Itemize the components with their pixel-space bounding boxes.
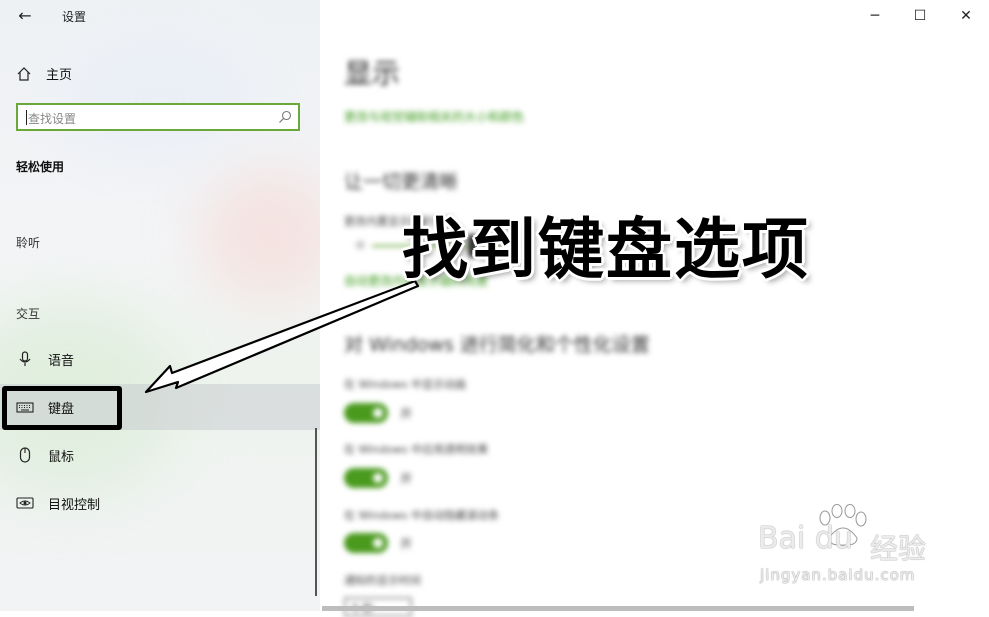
annotation-highlight-box (2, 386, 122, 430)
watermark-logo: Bai du (758, 521, 853, 556)
search-placeholder: 查找设置 (28, 112, 77, 126)
setting-label: 在 Windows 中应用透明效果 (344, 443, 489, 456)
watermark-brand: 经验 (870, 532, 927, 565)
sidebar-item-eye-control[interactable]: 目视控制 (0, 480, 320, 526)
back-button[interactable]: ← (12, 4, 38, 28)
tutorial-caption: 找到键盘选项 (402, 211, 810, 288)
setting-label: 在 Windows 中自动隐藏滚动条 (344, 509, 500, 522)
background-blur-blob (60, 40, 260, 160)
home-nav-item[interactable]: 主页 (16, 64, 72, 83)
notification-time-label: 通知的显示时间 (344, 574, 421, 587)
sidebar-item-speech[interactable]: 语音 (0, 336, 320, 382)
group-heading-hearing: 聆听 (16, 236, 41, 250)
category-heading: 轻松使用 (16, 160, 65, 174)
search-input[interactable]: 查找设置 (16, 103, 300, 131)
sidebar-item-label: 鼠标 (48, 449, 75, 465)
sidebar-scrollbar[interactable] (315, 428, 317, 596)
section-heading-personalize: 对 Windows 进行简化和个性化设置 (344, 334, 650, 356)
home-label: 主页 (46, 68, 73, 83)
scrollbar-toggle[interactable] (344, 533, 388, 553)
text-caret (26, 110, 27, 125)
home-icon (17, 66, 31, 81)
toggle-state: 开 (400, 537, 413, 551)
section-heading-clarity: 让一切更清晰 (344, 171, 459, 193)
app-title: 设置 (62, 10, 87, 24)
transparency-toggle[interactable] (344, 468, 388, 488)
sidebar-item-label: 语音 (48, 353, 75, 369)
sidebar-item-mouse[interactable]: 鼠标 (0, 432, 320, 478)
page-title: 显示 (344, 57, 401, 90)
background-blur-blob (200, 170, 320, 300)
eye-control-icon (16, 494, 34, 512)
watermark-url: jingyan.baidu.com (760, 566, 916, 584)
horizontal-scrollbar[interactable] (322, 606, 914, 611)
animation-toggle[interactable] (344, 403, 388, 423)
subtitle-link[interactable]: 更改与视觉辅助相关的大小和颜色 (344, 108, 524, 125)
settings-sidebar: ← 设置 主页 查找设置 轻松使用 聆听 交互 语音 键盘 鼠标 目视控制 (0, 0, 320, 611)
sidebar-item-label: 目视控制 (48, 497, 101, 513)
microphone-icon (16, 350, 34, 368)
setting-label: 在 Windows 中显示动画 (344, 378, 467, 391)
group-heading-interaction: 交互 (16, 307, 41, 321)
search-icon (279, 110, 292, 123)
mouse-icon (16, 446, 34, 464)
toggle-state: 开 (400, 472, 413, 486)
settings-main-pane: 显示 更改与视觉辅助相关的大小和颜色 让一切更清晰 更改内置显示器的亮度 ☼ 自… (320, 0, 989, 617)
sun-icon: ☼ (354, 238, 367, 254)
toggle-state: 开 (400, 407, 413, 421)
arrow-left-icon: ← (18, 6, 32, 25)
